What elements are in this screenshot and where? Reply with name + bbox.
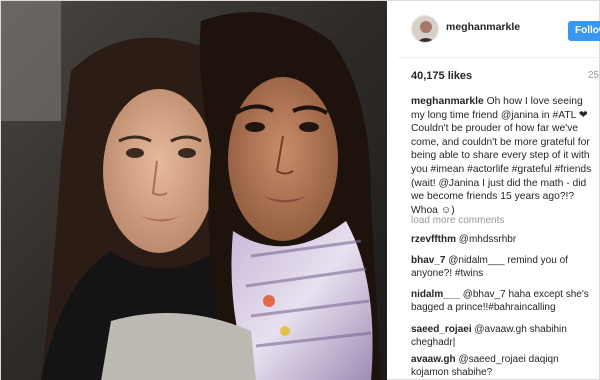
post-header: meghanmarkle Follow [398, 13, 600, 47]
comment-text: @mhdssrhbr [458, 234, 517, 245]
comment-username[interactable]: saeed_rojaei [411, 324, 472, 335]
comment-username[interactable]: rzevffthm [411, 234, 456, 245]
caption-username[interactable]: meghanmarkle [411, 96, 484, 107]
comment-username[interactable]: nidalm___ [411, 289, 460, 300]
post-caption: meghanmarkle Oh how I love seeing my lon… [411, 95, 599, 217]
comment-username[interactable]: avaaw.gh [411, 354, 456, 365]
comment-username[interactable]: bhav_7 [411, 255, 445, 266]
avatar-image [412, 16, 438, 42]
comment: nidalm___ @bhav_7 haha except she's bagg… [411, 288, 599, 314]
comment: bhav_7 @nidalm___ remind you of anyone?!… [411, 254, 599, 280]
header-divider [398, 57, 600, 58]
follow-button[interactable]: Follow [568, 21, 600, 41]
like-count[interactable]: 40,175 likes [411, 70, 472, 82]
timestamp: 25 [588, 70, 600, 81]
selfie-image [1, 1, 387, 380]
post-username[interactable]: meghanmarkle [446, 21, 520, 33]
post-photo[interactable] [1, 1, 387, 380]
comment: rzevffthm @mhdssrhbr [411, 233, 599, 246]
avatar[interactable] [411, 15, 439, 43]
load-more-comments-link[interactable]: load more comments [411, 215, 504, 226]
comment: saeed_rojaei @avaaw.gh shabihin cheghadr… [411, 323, 599, 349]
instagram-post: meghanmarkle Follow 40,175 likes 25 megh… [0, 0, 600, 380]
post-sidebar: meghanmarkle Follow 40,175 likes 25 megh… [398, 1, 600, 380]
comment: avaaw.gh @saeed_rojaei daqiqn kojamon sh… [411, 353, 599, 379]
caption-text: Oh how I love seeing my long time friend… [411, 96, 592, 216]
